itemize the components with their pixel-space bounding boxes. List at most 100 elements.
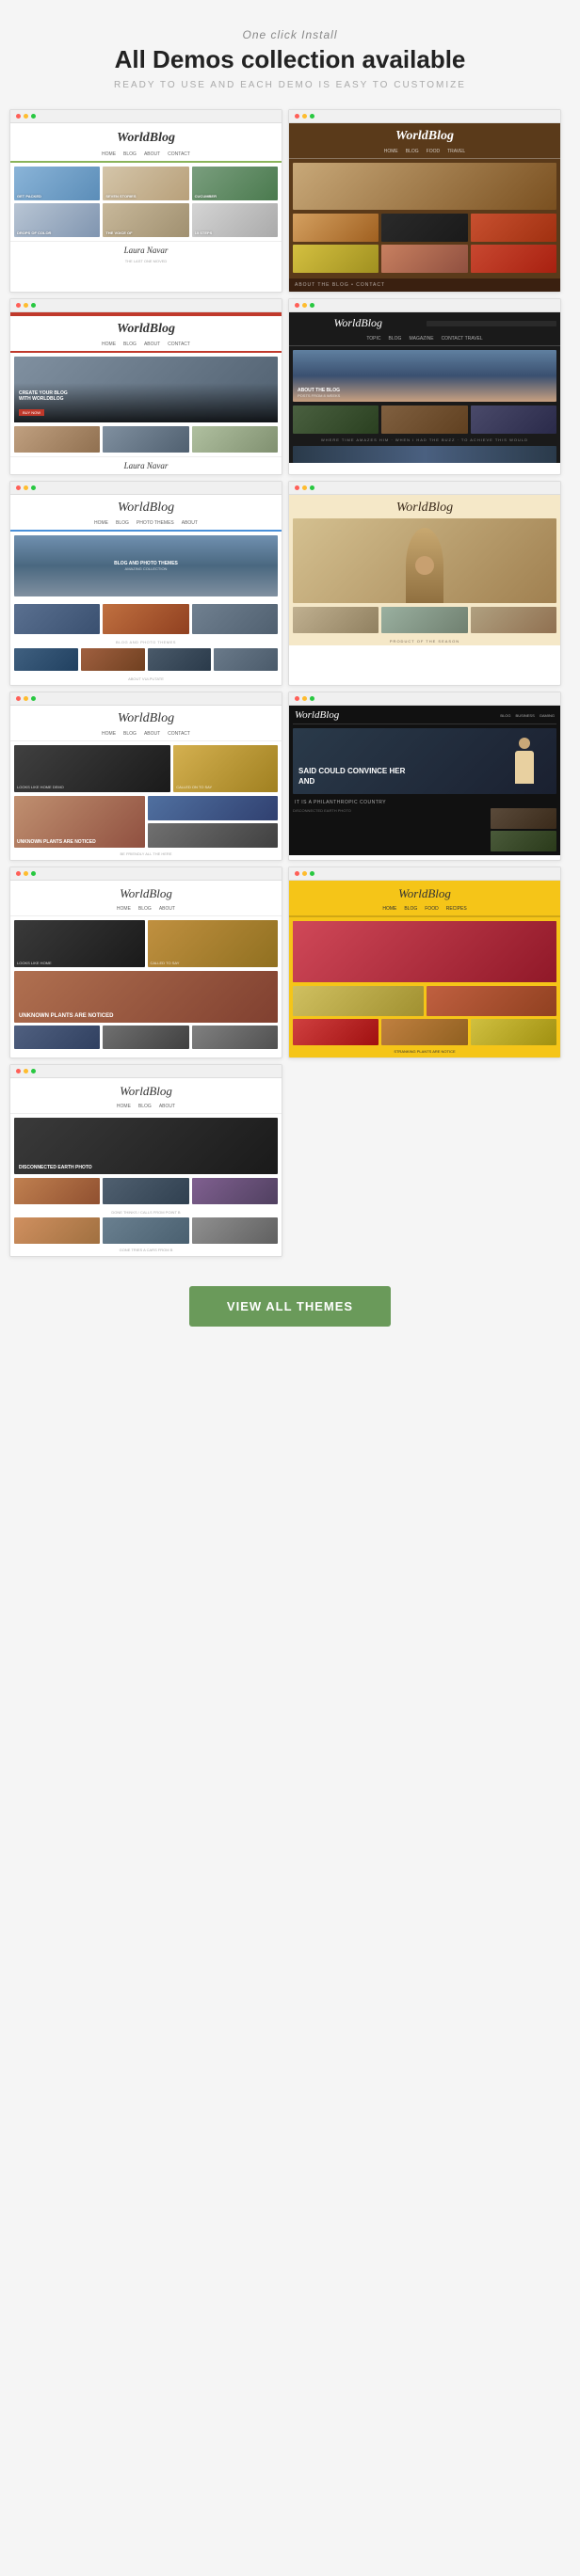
demo5-grid2: [10, 648, 282, 675]
chrome-close-9: [16, 871, 21, 876]
window-chrome-9: [10, 867, 282, 881]
demo7-pet-row: UNKNOWN PLANTS ARE NOTICED: [10, 796, 282, 848]
demo-card-8[interactable]: WorldBlog BLOG BUSINESS GAMING: [288, 692, 561, 861]
demo8-topbar: WorldBlog BLOG BUSINESS GAMING: [289, 706, 560, 724]
demo9-img-2: [103, 1026, 188, 1049]
view-all-themes-button[interactable]: View all Themes: [189, 1286, 391, 1327]
demo5-img-5: [81, 648, 145, 671]
demo6-inner: WorldBlog PRODUCT OF THE SEASON: [289, 495, 560, 645]
demo11-logo: WorldBlog: [10, 1078, 282, 1102]
demo1-footer: Laura Navar: [10, 241, 282, 259]
demo11-nav: HOME BLOG ABOUT: [10, 1102, 282, 1114]
demo3-img-3: [192, 426, 278, 453]
demo-card-3[interactable]: WorldBlog HOME BLOG ABOUT CONTACT CREATE…: [9, 298, 282, 475]
demo3-hero: CREATE YOUR BLOGWITH WORLDBLOG BUY NOW: [14, 357, 278, 422]
demo3-featured: CREATE YOUR BLOGWITH WORLDBLOG BUY NOW: [10, 353, 282, 426]
demo1-img-4: DROPS OF COLOR: [14, 203, 100, 237]
demo4-img-1: [293, 405, 379, 434]
demo5-img-7: [214, 648, 278, 671]
demo-card-11[interactable]: WorldBlog HOME BLOG ABOUT DISCONNECTED E…: [9, 1064, 282, 1257]
demo10-inner: WorldBlog HOME BLOG FOOD RECIPES: [289, 881, 560, 1057]
demo9-img-3: [192, 1026, 278, 1049]
demo7-pet2: CALLED ON TO SAY: [173, 745, 278, 792]
demo-card-2[interactable]: WorldBlog HOME BLOG FOOD TRAVEL: [288, 109, 561, 293]
demo7-nav: HOME BLOG ABOUT CONTACT: [10, 729, 282, 741]
chrome-max-9: [31, 871, 36, 876]
chrome-close-2: [295, 114, 299, 119]
demo1-img-1: GET PACKED: [14, 167, 100, 200]
demo-card-10[interactable]: WorldBlog HOME BLOG FOOD RECIPES: [288, 867, 561, 1058]
demo9-logo: WorldBlog: [10, 881, 282, 904]
demo5-hero: BLOG AND PHOTO THEMES AMAZING COLLECTION: [14, 535, 278, 596]
window-chrome-7: [10, 692, 282, 706]
demo7-logo: WorldBlog: [10, 706, 282, 729]
demo5-grid: [10, 600, 282, 638]
demo5-img-6: [148, 648, 212, 671]
chrome-min-8: [302, 696, 307, 701]
demo11-hero: DISCONNECTED EARTH PHOTO: [14, 1118, 278, 1174]
demo3-img-1: [14, 426, 100, 453]
demo7-small1: [148, 796, 279, 820]
demo8-sub-text: IT IS A PHILANTHROPIC COUNTRY: [289, 798, 560, 808]
demo5-footer: BLOG AND PHOTO THEMES: [10, 638, 282, 648]
demo2-img-2: [381, 214, 467, 242]
demo2-img-6: [471, 245, 556, 273]
demo4-banner: [293, 446, 556, 463]
chrome-min-5: [24, 485, 28, 490]
demo6-hero: [293, 518, 556, 603]
window-chrome-5: [10, 482, 282, 495]
demo-card-6[interactable]: WorldBlog PRODUCT OF THE SEASON: [288, 481, 561, 686]
header-preheading: One click Install: [19, 28, 561, 41]
demo8-bottom-layout: DISCONNECTED EARTH PHOTO: [289, 808, 560, 855]
demo7-small2: [148, 823, 279, 848]
demo-card-1[interactable]: WorldBlog HOME BLOG ABOUT CONTACT GET PA…: [9, 109, 282, 293]
demo2-img-1: [293, 214, 379, 242]
window-chrome-6: [289, 482, 560, 495]
chrome-max-10: [310, 871, 314, 876]
demo11-inner: WorldBlog HOME BLOG ABOUT DISCONNECTED E…: [10, 1078, 282, 1256]
header-title: All Demos collection available: [19, 45, 561, 74]
demo9-hero-grid: LOOKS LIKE HOME CALLED TO SAY: [10, 916, 282, 971]
demo9-img-dog: CALLED TO SAY: [148, 920, 279, 967]
demo2-nav: HOME BLOG FOOD TRAVEL: [289, 147, 560, 159]
demo-row-4: WorldBlog HOME BLOG ABOUT CONTACT LOOKS …: [0, 692, 580, 861]
demo6-logo: WorldBlog: [289, 495, 560, 518]
demo2-inner: WorldBlog HOME BLOG FOOD TRAVEL: [289, 123, 560, 292]
chrome-max-7: [31, 696, 36, 701]
demo1-img-2: SEVEN STORIES: [103, 167, 188, 200]
demo2-hero: [293, 163, 556, 210]
demo-card-7[interactable]: WorldBlog HOME BLOG ABOUT CONTACT LOOKS …: [9, 692, 282, 861]
demo11-img-1: [14, 1178, 100, 1204]
demo4-text-row: WHERE TIME AMAZES HIM · WHEN I HAD THE B…: [289, 437, 560, 446]
demo-card-4[interactable]: WorldBlog TOPIC BLOG MAGAZINE CONTACT TR…: [288, 298, 561, 475]
demo1-logo: WorldBlog: [10, 123, 282, 150]
demo1-img-6: 15 STEPS: [192, 203, 278, 237]
chrome-min-4: [302, 303, 307, 308]
demo2-bottom-bar: ABOUT THE BLOG • CONTACT: [289, 278, 560, 292]
demo7-footer: BE FRIENDLY ALL THE HERE: [10, 848, 282, 860]
demo2-image-grid: [289, 214, 560, 277]
demo1-img-3: CUCUMBER: [192, 167, 278, 200]
demo5-img-3: [192, 604, 278, 634]
demo10-footer: STRANKING PLANTS ARE NOTICE: [289, 1049, 560, 1057]
chrome-close-1: [16, 114, 21, 119]
demo-row-5: WorldBlog HOME BLOG ABOUT LOOKS LIKE HOM…: [0, 867, 580, 1058]
demo5-logo: WorldBlog: [10, 495, 282, 518]
chrome-close-7: [16, 696, 21, 701]
demo10-img-1: [293, 986, 424, 1016]
window-chrome-4: [289, 299, 560, 312]
chrome-close-8: [295, 696, 299, 701]
chrome-min-3: [24, 303, 28, 308]
demo-row-2: WorldBlog HOME BLOG ABOUT CONTACT CREATE…: [0, 298, 580, 475]
demo5-img-4: [14, 648, 78, 671]
chrome-max-5: [31, 485, 36, 490]
demo9-inner: WorldBlog HOME BLOG ABOUT LOOKS LIKE HOM…: [10, 881, 282, 1053]
demo4-hero: ABOUT THE BLOG POSTS FROM 8 WEEKS: [293, 350, 556, 402]
demo-card-5[interactable]: WorldBlog HOME BLOG PHOTO THEMES ABOUT B…: [9, 481, 282, 686]
demo-card-9[interactable]: WorldBlog HOME BLOG ABOUT LOOKS LIKE HOM…: [9, 867, 282, 1058]
window-chrome-10: [289, 867, 560, 881]
chrome-max-8: [310, 696, 314, 701]
chrome-min-10: [302, 871, 307, 876]
demo-row-3: WorldBlog HOME BLOG PHOTO THEMES ABOUT B…: [0, 481, 580, 686]
demo11-img-5: [103, 1217, 188, 1244]
